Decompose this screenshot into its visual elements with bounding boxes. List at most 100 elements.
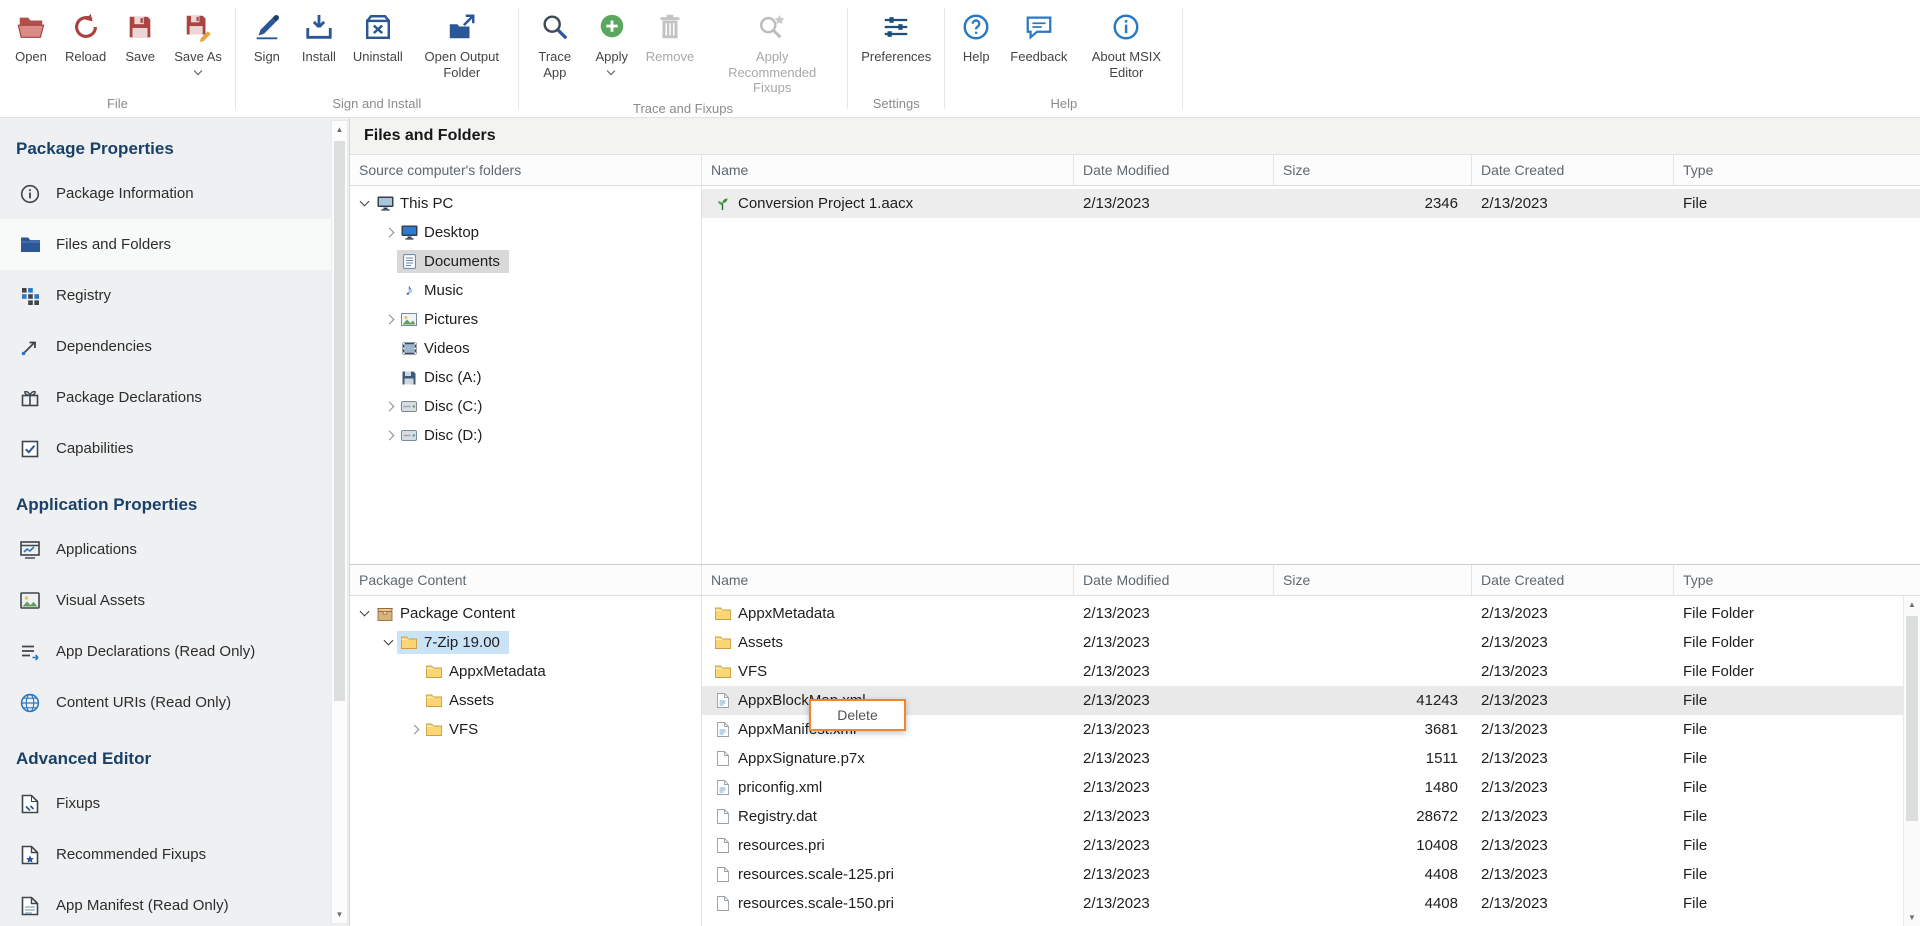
tree-item-desktop[interactable]: Desktop bbox=[350, 218, 701, 247]
tree-item-videos[interactable]: Videos bbox=[350, 334, 701, 363]
scrollbar-thumb[interactable] bbox=[334, 141, 345, 701]
tree-item-label: Videos bbox=[424, 340, 470, 357]
sidebar-item-app-manifest[interactable]: App Manifest (Read Only) bbox=[0, 880, 331, 926]
sidebar-item-app-declarations[interactable]: App Declarations (Read Only) bbox=[0, 626, 331, 677]
column-header-date-modified[interactable]: Date Modified bbox=[1074, 155, 1274, 185]
ribbon-group-settings: Preferences Settings bbox=[848, 0, 944, 117]
preferences-button[interactable]: Preferences bbox=[854, 6, 938, 67]
column-header-type[interactable]: Type bbox=[1674, 565, 1920, 595]
chevron-right-icon[interactable] bbox=[382, 399, 397, 414]
tree-item-label: 7-Zip 19.00 bbox=[424, 634, 500, 651]
tree-item-assets[interactable]: Assets bbox=[350, 686, 701, 715]
remove-button[interactable]: Remove bbox=[639, 6, 701, 67]
tree-item-disc-a[interactable]: Disc (A:) bbox=[350, 363, 701, 392]
column-header-date-created[interactable]: Date Created bbox=[1472, 565, 1674, 595]
column-header-date-modified[interactable]: Date Modified bbox=[1074, 565, 1274, 595]
cell-size: 1511 bbox=[1274, 744, 1472, 773]
column-header-type[interactable]: Type bbox=[1674, 155, 1920, 185]
chevron-right-icon[interactable] bbox=[382, 428, 397, 443]
table-row[interactable]: Registry.dat 2/13/2023 28672 2/13/2023 F… bbox=[702, 802, 1903, 831]
trace-app-button[interactable]: Trace App bbox=[525, 6, 585, 82]
scroll-up-icon[interactable]: ▲ bbox=[1904, 596, 1920, 613]
tree-item-label: Desktop bbox=[424, 224, 479, 241]
table-row[interactable]: priconfig.xml 2/13/2023 1480 2/13/2023 F… bbox=[702, 773, 1903, 802]
open-output-folder-button[interactable]: Open Output Folder bbox=[412, 6, 512, 82]
about-msix-editor-button[interactable]: About MSIX Editor bbox=[1076, 6, 1176, 82]
tree-item-vfs[interactable]: VFS bbox=[350, 715, 701, 744]
tree-item-7zip[interactable]: 7-Zip 19.00 bbox=[350, 628, 701, 657]
package-list-scrollbar[interactable]: ▲ ▼ bbox=[1903, 596, 1920, 926]
ribbon-group-sign-and-install: Sign Install Uninstall Open Output Folde… bbox=[236, 0, 518, 117]
sidebar-item-capabilities[interactable]: Capabilities bbox=[0, 423, 331, 474]
table-row[interactable]: resources.pri 2/13/2023 10408 2/13/2023 … bbox=[702, 831, 1903, 860]
help-button[interactable]: Help bbox=[951, 6, 1001, 67]
reload-button[interactable]: Reload bbox=[58, 6, 113, 67]
chevron-down-icon[interactable] bbox=[358, 606, 373, 621]
delete-context-button[interactable]: Delete bbox=[809, 699, 906, 731]
save-button[interactable]: Save bbox=[115, 6, 165, 67]
ribbon-group-help: Help Feedback About MSIX Editor Help bbox=[945, 0, 1182, 117]
table-row[interactable]: VFS 2/13/2023 2/13/2023 File Folder bbox=[702, 657, 1903, 686]
install-button[interactable]: Install bbox=[294, 6, 344, 67]
chevron-down-icon[interactable] bbox=[194, 68, 203, 75]
apply-button[interactable]: Apply bbox=[587, 6, 637, 77]
chevron-right-icon[interactable] bbox=[407, 722, 422, 737]
cell-type: File Folder bbox=[1674, 657, 1903, 686]
sidebar-item-registry[interactable]: Registry bbox=[0, 270, 331, 321]
chevron-down-icon[interactable] bbox=[607, 68, 616, 75]
table-row[interactable]: Conversion Project 1.aacx 2/13/2023 2346… bbox=[702, 189, 1920, 218]
chevron-down-icon[interactable] bbox=[358, 196, 373, 211]
sidebar-item-content-uris[interactable]: Content URIs (Read Only) bbox=[0, 677, 331, 728]
package-tree-header: Package Content bbox=[350, 565, 702, 595]
ribbon-group-file: Open Reload Save Save As File bbox=[0, 0, 235, 117]
cell-date-modified: 2/13/2023 bbox=[1074, 686, 1274, 715]
feedback-button[interactable]: Feedback bbox=[1003, 6, 1074, 67]
sidebar-scrollbar[interactable]: ▲ ▼ bbox=[331, 120, 348, 924]
table-row[interactable]: Assets 2/13/2023 2/13/2023 File Folder bbox=[702, 628, 1903, 657]
tree-item-pictures[interactable]: Pictures bbox=[350, 305, 701, 334]
tree-item-music[interactable]: ♪Music bbox=[350, 276, 701, 305]
scroll-up-icon[interactable]: ▲ bbox=[332, 121, 347, 138]
table-row[interactable]: resources.scale-150.pri 2/13/2023 4408 2… bbox=[702, 889, 1903, 918]
table-row[interactable]: AppxMetadata 2/13/2023 2/13/2023 File Fo… bbox=[702, 599, 1903, 628]
sidebar-item-recommended-fixups[interactable]: Recommended Fixups bbox=[0, 829, 331, 880]
scrollbar-thumb[interactable] bbox=[1906, 616, 1918, 821]
sidebar-item-package-declarations[interactable]: Package Declarations bbox=[0, 372, 331, 423]
scroll-down-icon[interactable]: ▼ bbox=[1904, 909, 1920, 926]
column-header-date-created[interactable]: Date Created bbox=[1472, 155, 1674, 185]
apply-recommended-fixups-button[interactable]: Apply Recommended Fixups bbox=[703, 6, 841, 98]
save-as-button[interactable]: Save As bbox=[167, 6, 229, 77]
table-row[interactable]: AppxSignature.p7x 2/13/2023 1511 2/13/20… bbox=[702, 744, 1903, 773]
cell-date-modified: 2/13/2023 bbox=[1074, 715, 1274, 744]
pc-icon bbox=[376, 196, 394, 211]
sidebar-item-label: Registry bbox=[56, 287, 111, 304]
fixups-icon bbox=[19, 793, 41, 815]
sidebar-item-package-information[interactable]: Package Information bbox=[0, 168, 331, 219]
column-header-name[interactable]: Name bbox=[702, 155, 1074, 185]
tree-item-appxmetadata[interactable]: AppxMetadata bbox=[350, 657, 701, 686]
table-row[interactable]: resources.scale-125.pri 2/13/2023 4408 2… bbox=[702, 860, 1903, 889]
tree-item-documents[interactable]: Documents bbox=[350, 247, 701, 276]
sidebar-item-fixups[interactable]: Fixups bbox=[0, 778, 331, 829]
tree-item-this-pc[interactable]: This PC bbox=[350, 189, 701, 218]
column-header-size[interactable]: Size bbox=[1274, 155, 1472, 185]
sidebar-item-visual-assets[interactable]: Visual Assets bbox=[0, 575, 331, 626]
sign-button[interactable]: Sign bbox=[242, 6, 292, 67]
chevron-right-icon[interactable] bbox=[382, 312, 397, 327]
cell-date-created: 2/13/2023 bbox=[1472, 657, 1674, 686]
tree-item-disc-d[interactable]: Disc (D:) bbox=[350, 421, 701, 450]
chevron-right-icon[interactable] bbox=[382, 225, 397, 240]
sidebar-heading-advanced-editor: Advanced Editor bbox=[0, 740, 331, 778]
sidebar-item-files-and-folders[interactable]: Files and Folders bbox=[0, 219, 331, 270]
uninstall-button[interactable]: Uninstall bbox=[346, 6, 410, 67]
scroll-down-icon[interactable]: ▼ bbox=[332, 906, 347, 923]
column-header-name[interactable]: Name bbox=[702, 565, 1074, 595]
ribbon-group-label: Trace and Fixups bbox=[525, 98, 841, 120]
sidebar-item-applications[interactable]: Applications bbox=[0, 524, 331, 575]
open-button[interactable]: Open bbox=[6, 6, 56, 67]
sidebar-item-dependencies[interactable]: Dependencies bbox=[0, 321, 331, 372]
column-header-size[interactable]: Size bbox=[1274, 565, 1472, 595]
chevron-down-icon[interactable] bbox=[382, 635, 397, 650]
tree-item-disc-c[interactable]: Disc (C:) bbox=[350, 392, 701, 421]
tree-item-package-content[interactable]: Package Content bbox=[350, 599, 701, 628]
